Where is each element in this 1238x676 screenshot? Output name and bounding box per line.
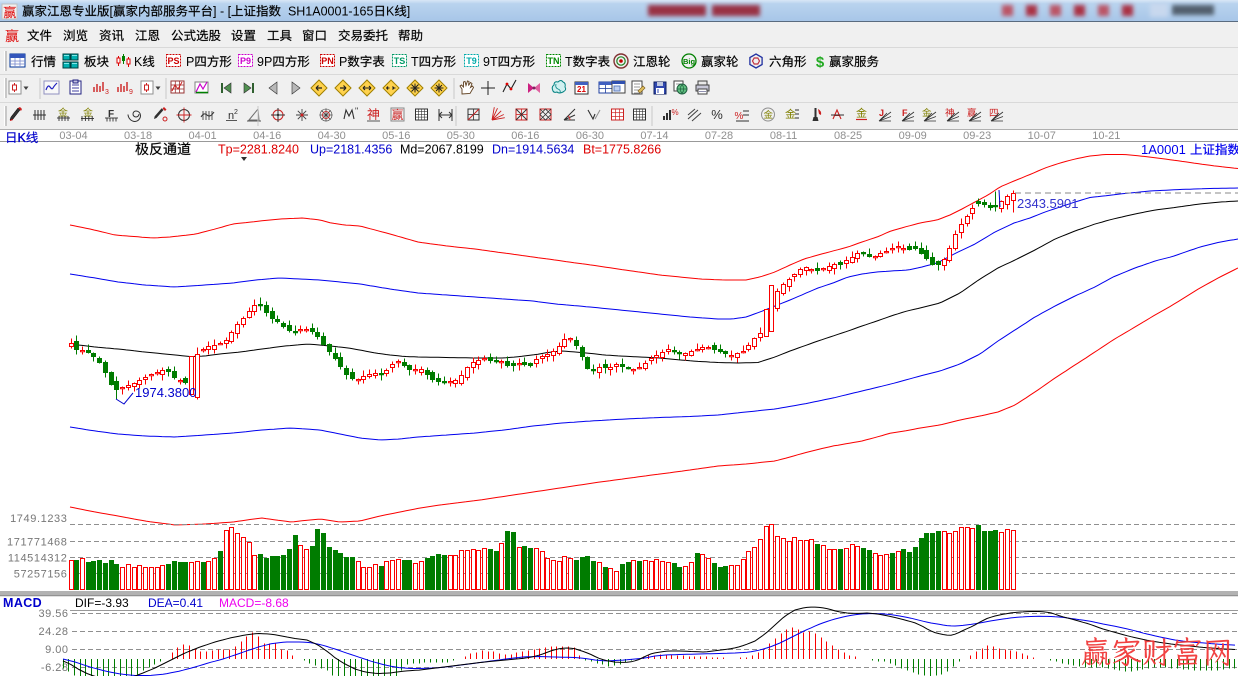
svg-text:TN: TN	[548, 56, 560, 66]
svg-text:03-04: 03-04	[59, 130, 87, 142]
svg-text:DIF=-3.93: DIF=-3.93	[75, 596, 129, 610]
svg-text:PS: PS	[167, 56, 179, 66]
svg-text:21: 21	[577, 85, 586, 94]
svg-text:Dn=1914.5634: Dn=1914.5634	[492, 143, 574, 157]
svg-text:24.28: 24.28	[38, 626, 68, 638]
svg-text:$: $	[816, 54, 825, 71]
svg-text:06-30: 06-30	[576, 130, 604, 142]
svg-text:[: [	[110, 5, 114, 19]
svg-text:TS: TS	[394, 56, 406, 66]
svg-text:9.00: 9.00	[45, 644, 68, 656]
svg-text:SH1A0001-165: SH1A0001-165	[281, 5, 373, 19]
svg-text:1A0001: 1A0001	[1141, 142, 1186, 157]
svg-text:9: 9	[129, 89, 133, 96]
svg-text:03-18: 03-18	[124, 130, 152, 142]
svg-text:171771468: 171771468	[7, 537, 67, 549]
svg-text:07-14: 07-14	[640, 130, 668, 142]
svg-text:39.56: 39.56	[38, 608, 68, 620]
svg-text:2343.5901: 2343.5901	[1017, 196, 1078, 211]
svg-text:K: K	[134, 55, 143, 69]
svg-text:09-23: 09-23	[963, 130, 991, 142]
svg-text:04-30: 04-30	[318, 130, 346, 142]
svg-text:Big: Big	[683, 57, 696, 66]
svg-text:P: P	[186, 55, 194, 69]
svg-text:Bt=1775.8266: Bt=1775.8266	[583, 143, 661, 157]
svg-text:09-09: 09-09	[899, 130, 927, 142]
svg-text:9P: 9P	[257, 55, 272, 69]
svg-text:07-28: 07-28	[705, 130, 733, 142]
svg-text:T: T	[411, 55, 419, 69]
svg-text:06-16: 06-16	[511, 130, 539, 142]
svg-text:08-11: 08-11	[770, 130, 797, 142]
svg-text:1749.1233: 1749.1233	[10, 513, 67, 525]
svg-text:05-16: 05-16	[382, 130, 410, 142]
svg-text:05-30: 05-30	[447, 130, 475, 142]
svg-text:57257156: 57257156	[14, 569, 68, 581]
svg-text:T: T	[565, 55, 573, 69]
svg-text:3: 3	[105, 89, 109, 96]
svg-text:10-21: 10-21	[1092, 130, 1120, 142]
svg-text:K: K	[386, 5, 395, 19]
svg-text:PN: PN	[321, 56, 334, 66]
svg-text:08-25: 08-25	[834, 130, 862, 142]
svg-text:114514312: 114514312	[8, 553, 68, 565]
svg-text:MACD=-8.68: MACD=-8.68	[219, 596, 289, 610]
svg-text:P: P	[339, 55, 347, 69]
svg-text:DEA=0.41: DEA=0.41	[148, 596, 203, 610]
svg-text:%: %	[671, 108, 678, 117]
svg-text:2: 2	[234, 109, 238, 116]
svg-text:%: %	[711, 107, 723, 122]
svg-text:Tp=2281.8240: Tp=2281.8240	[218, 143, 299, 157]
svg-text:9T: 9T	[483, 55, 498, 69]
svg-text:]: ]	[407, 5, 410, 19]
svg-text:T9: T9	[466, 56, 477, 66]
svg-text:": "	[355, 106, 358, 116]
svg-text:04-16: 04-16	[253, 130, 281, 142]
svg-text:Md=2067.8199: Md=2067.8199	[400, 143, 484, 157]
svg-text:1974.3800: 1974.3800	[135, 385, 196, 400]
svg-text:%: %	[735, 111, 744, 122]
svg-text:K: K	[18, 131, 27, 145]
svg-text:P9: P9	[240, 56, 251, 66]
svg-text:F: F	[902, 108, 908, 118]
svg-text:10-07: 10-07	[1028, 130, 1056, 142]
svg-text:MACD: MACD	[3, 596, 42, 610]
svg-text:Up=2181.4356: Up=2181.4356	[310, 143, 392, 157]
svg-text:] - [: ] - [	[213, 5, 232, 19]
svg-text:04-01: 04-01	[189, 130, 217, 142]
svg-text:-6.28: -6.28	[41, 662, 69, 674]
